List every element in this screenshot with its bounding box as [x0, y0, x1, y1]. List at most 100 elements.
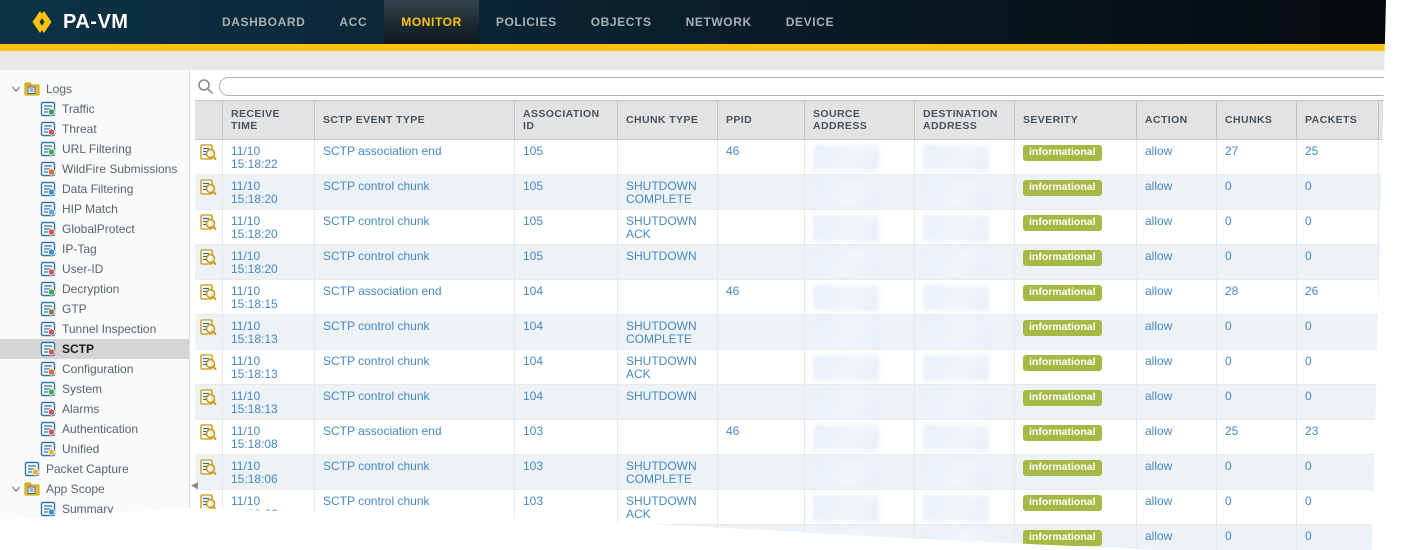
- sidebar-item-logs[interactable]: Logs: [0, 79, 189, 99]
- chunks-cell: 0: [1217, 245, 1297, 280]
- column-header-severity[interactable]: SEVERITY: [1015, 101, 1137, 139]
- log-detail-magnifier-icon[interactable]: [200, 214, 217, 231]
- sidebar-item-authentication[interactable]: Authentication: [0, 419, 189, 439]
- packets-cell: 0: [1297, 315, 1379, 350]
- column-header-sctp-event-type[interactable]: SCTP EVENT TYPE: [315, 101, 515, 139]
- receive-time-cell: 11/10 15:18:22: [223, 140, 315, 175]
- source-address-cell: [805, 280, 915, 315]
- redacted-destination-address: [923, 355, 989, 381]
- log-detail-magnifier-icon[interactable]: [200, 319, 217, 336]
- search-icon: [197, 78, 214, 95]
- redacted-source-address: [813, 145, 879, 171]
- content-area: RECEIVE TIMESCTP EVENT TYPEASSOCIATION I…: [190, 70, 1402, 550]
- column-header-ppid[interactable]: PPID: [718, 101, 805, 139]
- severity-cell: informational: [1015, 175, 1137, 210]
- severity-cell: informational: [1015, 420, 1137, 455]
- log-detail-magnifier-icon[interactable]: [200, 354, 217, 371]
- sidebar-item-gtp[interactable]: GTP: [0, 299, 189, 319]
- log-table-row[interactable]: 11/10 15:18:13 SCTP control chunk 104 SH…: [195, 315, 1402, 350]
- log-detail-magnifier-icon[interactable]: [200, 389, 217, 406]
- log-detail-magnifier-icon[interactable]: [200, 179, 217, 196]
- column-header-receive-time[interactable]: RECEIVE TIME: [223, 101, 315, 139]
- destination-address-cell: [915, 525, 1015, 550]
- log-table-row[interactable]: 11/10 15:18:20 SCTP control chunk 105 SH…: [195, 210, 1402, 245]
- nav-tab-dashboard[interactable]: DASHBOARD: [205, 0, 322, 44]
- sidebar-item-wildfire-submissions[interactable]: WildFire Submissions: [0, 159, 189, 179]
- chunks-cell: 0: [1217, 210, 1297, 245]
- sidebar-item-data-filtering[interactable]: Data Filtering: [0, 179, 189, 199]
- log-table-row[interactable]: 11/10 15:18:20 SCTP control chunk 105 SH…: [195, 175, 1402, 210]
- sidebar-item-system[interactable]: System: [0, 379, 189, 399]
- log-table-row[interactable]: 11/10 15:18:13 SCTP control chunk 104 SH…: [195, 350, 1402, 385]
- sidebar-item-globalprotect[interactable]: GlobalProtect: [0, 219, 189, 239]
- destination-address-cell: [915, 315, 1015, 350]
- sidebar-item-app-scope[interactable]: App Scope: [0, 479, 189, 499]
- log-table-row[interactable]: 11/10 15:18:06 SCTP control chunk 103 SH…: [195, 490, 1402, 525]
- sidebar-item-summary[interactable]: Summary: [0, 499, 189, 519]
- action-cell: allow: [1137, 280, 1217, 315]
- sidebar-item-configuration[interactable]: Configuration: [0, 359, 189, 379]
- sidebar-item-sctp[interactable]: SCTP: [0, 339, 189, 359]
- log-detail-magnifier-icon[interactable]: [200, 249, 217, 266]
- sidebar-item-decryption[interactable]: Decryption: [0, 279, 189, 299]
- log-filter-input[interactable]: [219, 77, 1402, 96]
- sidebar-item-hip-match[interactable]: HIP Match: [0, 199, 189, 219]
- receive-time-cell: 11/10 15:18:15: [223, 280, 315, 315]
- sidebar-item-alarms[interactable]: Alarms: [0, 399, 189, 419]
- column-header-destination-address[interactable]: DESTINATION ADDRESS: [915, 101, 1015, 139]
- ppid-cell: [718, 315, 805, 350]
- log-detail-magnifier-icon[interactable]: [200, 459, 217, 476]
- chevron-down-icon[interactable]: [8, 481, 24, 497]
- log-detail-magnifier-icon[interactable]: [200, 494, 217, 511]
- column-header-packets[interactable]: PACKETS: [1297, 101, 1379, 139]
- column-header-action[interactable]: ACTION: [1137, 101, 1217, 139]
- sidebar-item-threat[interactable]: Threat: [0, 119, 189, 139]
- ip-tag-log-icon: [40, 241, 56, 257]
- sidebar-item-tunnel-inspection[interactable]: Tunnel Inspection: [0, 319, 189, 339]
- column-header-chunk-type[interactable]: CHUNK TYPE: [618, 101, 718, 139]
- log-table-row[interactable]: 11/10 15:18:06 SCTP control chunk 103 SH…: [195, 525, 1402, 550]
- sidebar-item-change-monitor[interactable]: Change Monitor: [0, 519, 189, 539]
- log-table-row[interactable]: 11/10 15:18:06 SCTP control chunk 103 SH…: [195, 455, 1402, 490]
- action-cell: allow: [1137, 350, 1217, 385]
- severity-badge: informational: [1023, 320, 1102, 336]
- action-cell: allow: [1137, 140, 1217, 175]
- product-title: PA-VM: [63, 11, 128, 34]
- sidebar-collapse-handle[interactable]: ◀: [191, 480, 198, 491]
- nav-tab-policies[interactable]: POLICIES: [479, 0, 574, 44]
- log-detail-magnifier-icon[interactable]: [200, 424, 217, 441]
- receive-time-cell: 11/10 15:18:20: [223, 245, 315, 280]
- log-table-row[interactable]: 11/10 15:18:08 SCTP association end 103 …: [195, 420, 1402, 455]
- ppid-cell: [718, 175, 805, 210]
- redacted-source-address: [813, 425, 879, 451]
- nav-tab-device[interactable]: DEVICE: [769, 0, 851, 44]
- sidebar-item-url-filtering[interactable]: URL Filtering: [0, 139, 189, 159]
- log-table-row[interactable]: 11/10 15:18:13 SCTP control chunk 104 SH…: [195, 385, 1402, 420]
- nav-tab-acc[interactable]: ACC: [322, 0, 384, 44]
- chunks-cell: 0: [1217, 525, 1297, 550]
- log-detail-magnifier-icon[interactable]: [200, 144, 217, 161]
- log-detail-magnifier-icon[interactable]: [200, 529, 217, 546]
- nav-tab-monitor[interactable]: MONITOR: [384, 0, 479, 44]
- log-detail-magnifier-icon[interactable]: [200, 284, 217, 301]
- column-header-association-id[interactable]: ASSOCIATION ID: [515, 101, 618, 139]
- chevron-down-icon[interactable]: [8, 81, 24, 97]
- receive-time-cell: 11/10 15:18:06: [223, 455, 315, 490]
- column-header-chunks[interactable]: CHUNKS: [1217, 101, 1297, 139]
- nav-tab-objects[interactable]: OBJECTS: [574, 0, 669, 44]
- receive-time-cell: 11/10 15:18:06: [223, 525, 315, 550]
- sidebar-item-traffic[interactable]: Traffic: [0, 99, 189, 119]
- severity-badge: informational: [1023, 460, 1102, 476]
- log-table-row[interactable]: 11/10 15:18:15 SCTP association end 104 …: [195, 280, 1402, 315]
- source-address-cell: [805, 455, 915, 490]
- column-header-source-address[interactable]: SOURCE ADDRESS: [805, 101, 915, 139]
- log-table-row[interactable]: 11/10 15:18:20 SCTP control chunk 105 SH…: [195, 245, 1402, 280]
- nav-tab-network[interactable]: NETWORK: [669, 0, 769, 44]
- packets-cell: 0: [1297, 210, 1379, 245]
- sidebar-item-unified[interactable]: Unified: [0, 439, 189, 459]
- sidebar-item-ip-tag[interactable]: IP-Tag: [0, 239, 189, 259]
- sidebar-item-packet-capture[interactable]: Packet Capture: [0, 459, 189, 479]
- log-table-row[interactable]: 11/10 15:18:22 SCTP association end 105 …: [195, 140, 1402, 175]
- redacted-source-address: [813, 390, 879, 416]
- sidebar-item-user-id[interactable]: User-ID: [0, 259, 189, 279]
